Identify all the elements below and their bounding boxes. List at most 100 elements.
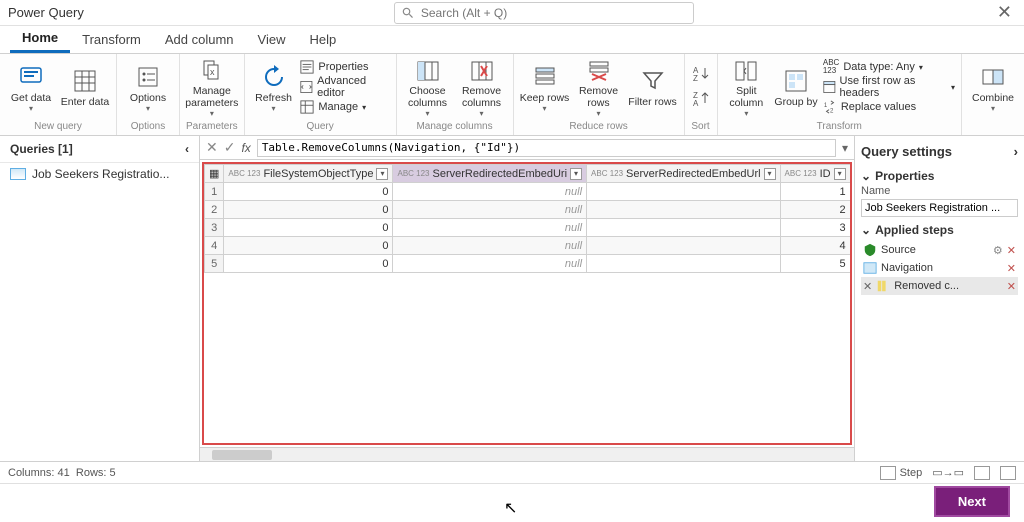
col-header[interactable]: ABC 123ID▾ [780, 165, 850, 183]
refresh-button[interactable]: Refresh▾ [251, 58, 297, 118]
filter-icon[interactable]: ▾ [834, 168, 846, 180]
remove-rows-button[interactable]: Remove rows▾ [574, 58, 624, 118]
filter-icon[interactable]: ▾ [764, 168, 776, 180]
filter-rows-button[interactable]: Filter rows [628, 58, 678, 118]
cell[interactable]: 0 [224, 201, 393, 219]
row-header[interactable]: 1 [205, 183, 224, 201]
cell[interactable]: 5 [780, 255, 850, 273]
cell[interactable]: 0 [224, 219, 393, 237]
cell[interactable]: 0x01007DB5406C7581FC4DB15592 [850, 219, 852, 237]
cell[interactable]: 0x01007DB5406C7581FC4DB15592 [850, 237, 852, 255]
formula-input[interactable] [257, 139, 836, 157]
cell[interactable]: 0 [224, 237, 393, 255]
first-row-headers-button[interactable]: Use first row as headers ▾ [823, 78, 955, 96]
row-header[interactable]: 3 [205, 219, 224, 237]
close-icon[interactable]: ✕ [993, 2, 1016, 23]
col-header[interactable]: ABC 123FileSystemObjectType▾ [224, 165, 393, 183]
gear-icon[interactable]: ⚙ [993, 244, 1003, 257]
manage-parameters-button[interactable]: xManage parameters▾ [187, 58, 237, 118]
row-header[interactable]: 4 [205, 237, 224, 255]
query-item[interactable]: Job Seekers Registratio... [0, 163, 199, 185]
collapse-icon[interactable]: ‹ [185, 142, 189, 156]
table-icon [10, 168, 26, 180]
step-source[interactable]: Source⚙✕ [861, 241, 1018, 259]
replace-values-button[interactable]: 12Replace values [823, 98, 955, 116]
data-type-button[interactable]: ABC123Data type: Any ▾ [823, 58, 955, 76]
cell[interactable] [587, 237, 781, 255]
get-data-button[interactable]: Get data▾ [6, 58, 56, 118]
app-title: Power Query [8, 5, 84, 20]
tab-add-column[interactable]: Add column [153, 25, 246, 53]
options-button[interactable]: Options▾ [123, 58, 173, 118]
properties-section[interactable]: ⌄Properties [861, 169, 1018, 183]
delete-icon[interactable]: ✕ [863, 280, 872, 293]
cell[interactable]: null [393, 219, 587, 237]
sort-asc-button[interactable]: AZ [691, 64, 711, 87]
expand-icon[interactable]: ▾ [842, 141, 848, 155]
delete-icon[interactable]: ✕ [1007, 244, 1016, 257]
choose-columns-button[interactable]: Choose columns▾ [403, 58, 453, 118]
cell[interactable]: null [393, 237, 587, 255]
cell[interactable]: 1 [780, 183, 850, 201]
diagram-view-icon[interactable]: ▭→▭ [932, 466, 964, 479]
step-removed-columns[interactable]: ✕Removed c...✕ [861, 277, 1018, 295]
tab-help[interactable]: Help [297, 25, 348, 53]
enter-data-button[interactable]: Enter data [60, 58, 110, 118]
queries-pane: Queries [1]‹ Job Seekers Registratio... [0, 136, 200, 461]
cell[interactable]: 2 [780, 201, 850, 219]
cell[interactable]: null [393, 201, 587, 219]
step-navigation[interactable]: Navigation✕ [861, 259, 1018, 277]
row-header[interactable]: 2 [205, 201, 224, 219]
filter-icon[interactable]: ▾ [570, 168, 582, 180]
manage-button[interactable]: Manage ▾ [300, 98, 389, 116]
col-header[interactable]: ABC 123ServerRedirectedEmbedUri▾ [393, 165, 587, 183]
cell[interactable]: null [393, 183, 587, 201]
properties-button[interactable]: Properties [300, 58, 389, 76]
formula-bar: ✕ ✓ fx ▾ [200, 136, 854, 160]
commit-icon[interactable]: ✓ [224, 139, 236, 156]
cell[interactable] [587, 183, 781, 201]
query-name-input[interactable] [861, 199, 1018, 217]
cell[interactable]: 0 [224, 255, 393, 273]
delete-icon[interactable]: ✕ [1007, 280, 1016, 293]
tab-view[interactable]: View [246, 25, 298, 53]
cell[interactable]: 0x01007DB5406C7581FC4DB15592 [850, 201, 852, 219]
cell[interactable] [587, 219, 781, 237]
tab-home[interactable]: Home [10, 25, 70, 53]
col-header[interactable]: ABC 123ServerRedirectedEmbedUrl▾ [587, 165, 781, 183]
applied-steps-section[interactable]: ⌄Applied steps [861, 223, 1018, 237]
grid-view-icon[interactable] [974, 466, 990, 480]
search-box[interactable] [394, 2, 694, 24]
cell[interactable]: 3 [780, 219, 850, 237]
row-header[interactable]: 5 [205, 255, 224, 273]
cell[interactable] [587, 201, 781, 219]
grid-corner[interactable]: ▦ [205, 165, 224, 183]
cancel-icon[interactable]: ✕ [206, 139, 218, 156]
keep-rows-button[interactable]: Keep rows▾ [520, 58, 570, 118]
remove-columns-button[interactable]: Remove columns▾ [457, 58, 507, 118]
group-by-button[interactable]: Group by [773, 58, 819, 118]
name-label: Name [861, 185, 1018, 197]
cell[interactable]: 0x01007DB5406C7581FC4DB15592 [850, 255, 852, 273]
tab-transform[interactable]: Transform [70, 25, 153, 53]
step-toggle[interactable]: Step [880, 466, 923, 480]
cell[interactable]: 0 [224, 183, 393, 201]
search-input[interactable] [421, 6, 687, 20]
svg-text:Z: Z [693, 74, 698, 83]
split-column-button[interactable]: Split column▾ [724, 58, 770, 118]
horizontal-scrollbar[interactable] [200, 447, 854, 461]
advanced-editor-button[interactable]: Advanced editor [300, 78, 389, 96]
combine-button[interactable]: Combine▾ [968, 58, 1018, 118]
filter-icon[interactable]: ▾ [376, 168, 388, 180]
next-button[interactable]: Next [934, 486, 1010, 517]
expand-icon[interactable]: › [1014, 144, 1018, 159]
schema-view-icon[interactable] [1000, 466, 1016, 480]
sort-desc-button[interactable]: ZA [691, 89, 711, 112]
cell[interactable]: null [393, 255, 587, 273]
cell[interactable]: 4 [780, 237, 850, 255]
cell[interactable] [587, 255, 781, 273]
delete-icon[interactable]: ✕ [1007, 262, 1016, 275]
data-grid[interactable]: ▦ ABC 123FileSystemObjectType▾ ABC 123Se… [202, 162, 852, 445]
col-header[interactable]: ABC 123ContentTypeId [850, 165, 852, 183]
cell[interactable]: 0x01007DB5406C7581FC4DB15592 [850, 183, 852, 201]
